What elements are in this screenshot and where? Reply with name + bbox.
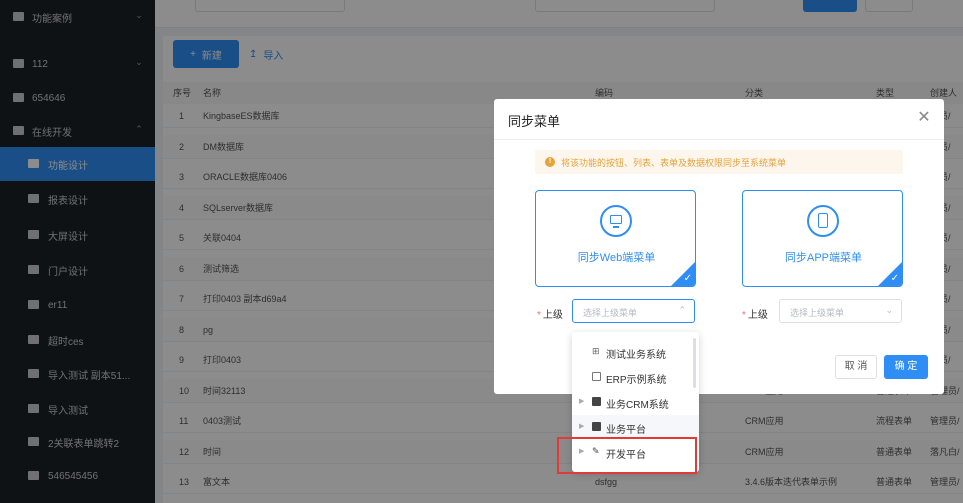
warning-icon: !: [545, 157, 555, 167]
dropdown-item-label: 业务平台: [606, 425, 646, 436]
highlight-box: [557, 437, 697, 474]
sync-web-card[interactable]: 同步Web端菜单 ✓: [535, 190, 696, 287]
expand-arrow-icon[interactable]: ▶: [579, 397, 584, 405]
chevron-up-icon: ⌃: [678, 305, 686, 315]
mobile-icon: [807, 205, 839, 237]
select-placeholder: 选择上级菜单: [790, 308, 845, 318]
dropdown-item-test-business[interactable]: ⊞ 测试业务系统: [572, 340, 699, 364]
platform-icon: [592, 422, 601, 431]
notice-text: 将该功能的按钮、列表、表单及数据权限同步至系统菜单: [561, 157, 787, 168]
dropdown-item-label: ERP示例系统: [606, 375, 667, 386]
list-icon: [592, 372, 601, 381]
dropdown-item-erp[interactable]: ERP示例系统: [572, 365, 699, 389]
dialog-title: 同步菜单: [508, 114, 561, 129]
desktop-icon: [600, 205, 632, 237]
expand-arrow-icon[interactable]: ▶: [579, 422, 584, 430]
sync-app-card[interactable]: 同步APP端菜单 ✓: [742, 190, 903, 287]
check-icon: ✓: [683, 273, 692, 284]
dropdown-item-label: 测试业务系统: [606, 350, 666, 361]
cancel-button[interactable]: 取 消: [835, 355, 877, 379]
chevron-down-icon: ⌄: [885, 305, 893, 315]
required-mark: *: [742, 310, 746, 321]
divider: [494, 139, 944, 140]
doc-icon: [592, 397, 601, 406]
dropdown-item-business-platform[interactable]: ▶ 业务平台: [572, 415, 699, 439]
select-placeholder: 选择上级菜单: [583, 308, 638, 318]
check-icon: ✓: [890, 273, 899, 284]
required-mark: *: [537, 310, 541, 321]
app-parent-select[interactable]: 选择上级菜单 ⌄: [779, 299, 902, 323]
dropdown-scrollbar[interactable]: [693, 338, 696, 388]
web-parent-label: * 上级: [537, 310, 563, 321]
notice-banner: ! 将该功能的按钮、列表、表单及数据权限同步至系统菜单: [535, 150, 903, 174]
dropdown-item-label: 业务CRM系统: [606, 400, 669, 411]
grid-icon: ⊞: [592, 346, 600, 356]
dropdown-item-crm[interactable]: ▶ 业务CRM系统: [572, 390, 699, 414]
app-parent-label: * 上级: [742, 310, 768, 321]
close-icon[interactable]: ✕: [915, 109, 933, 127]
confirm-button[interactable]: 确 定: [884, 355, 928, 379]
sync-menu-dialog: 同步菜单 ✕ ! 将该功能的按钮、列表、表单及数据权限同步至系统菜单 同步Web…: [494, 99, 944, 394]
web-parent-select[interactable]: 选择上级菜单 ⌃: [572, 299, 695, 323]
